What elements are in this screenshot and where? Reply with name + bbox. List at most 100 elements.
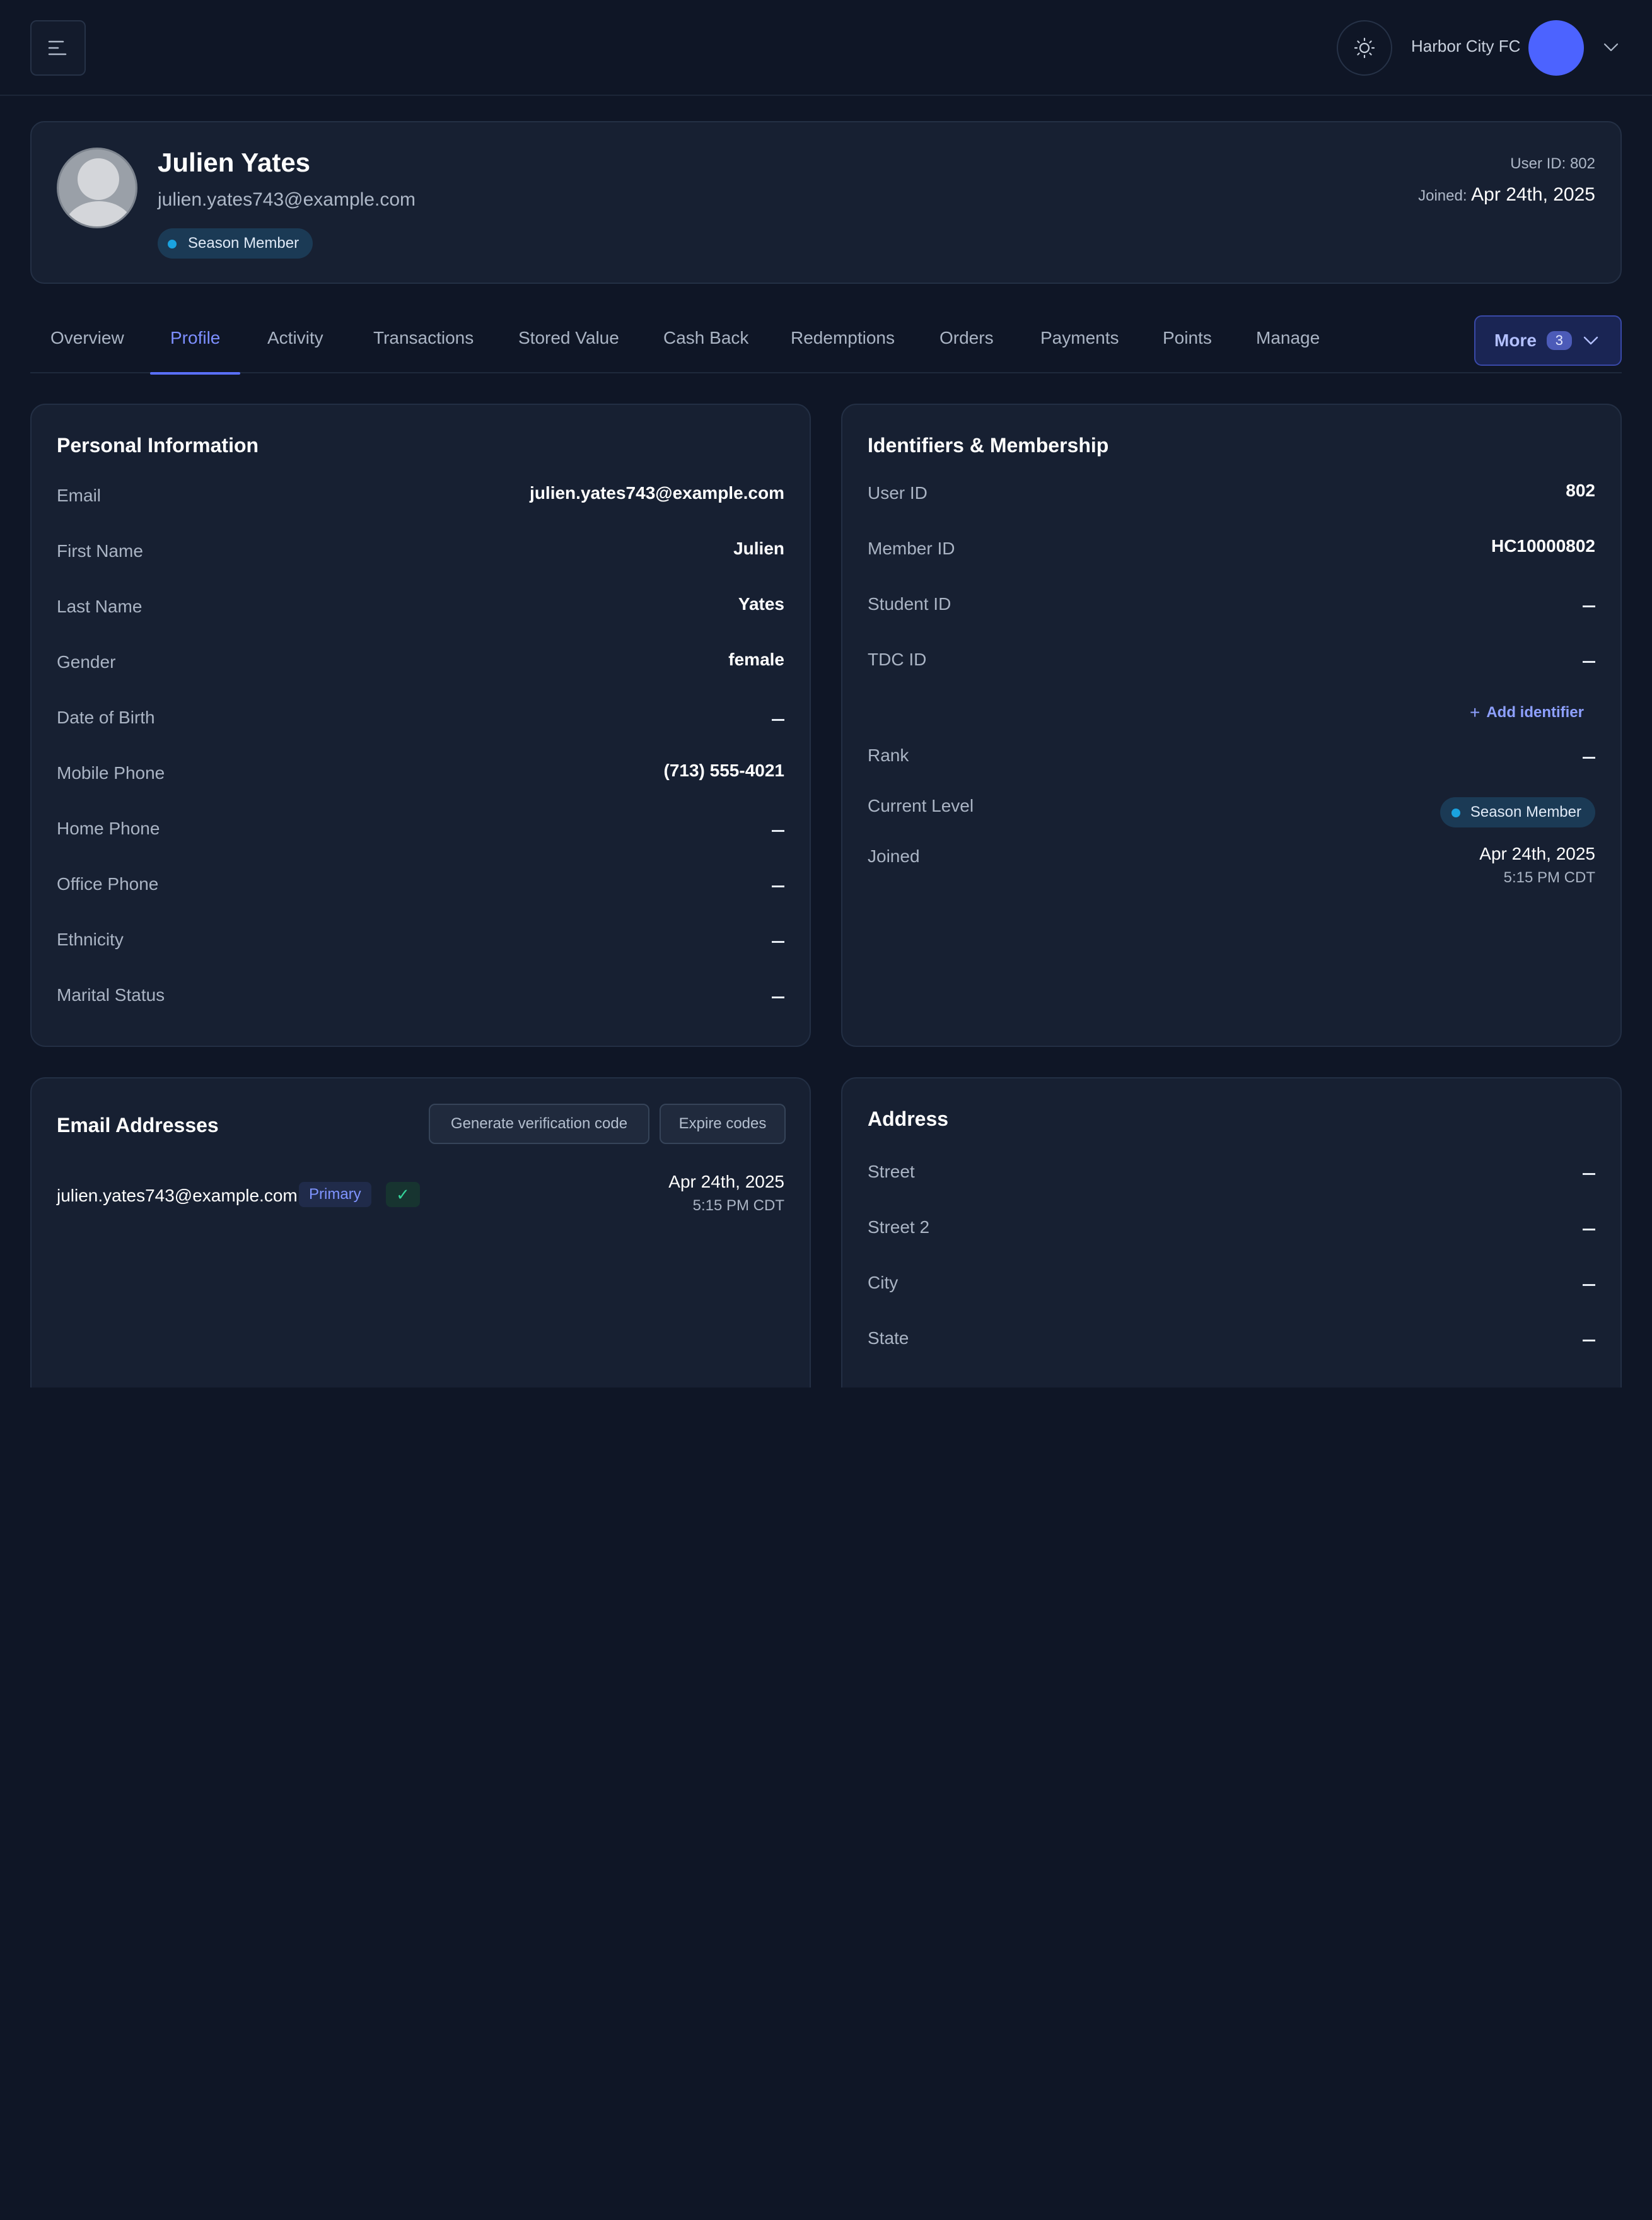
empty-value-dash <box>1583 757 1595 759</box>
tab-overview[interactable]: Overview <box>50 328 124 373</box>
row-label: Date of Birth <box>57 708 155 727</box>
user-menu-caret[interactable] <box>1602 38 1620 57</box>
row-label: Street 2 <box>868 1217 930 1237</box>
current-level-value: Season Member <box>1470 803 1581 821</box>
row-label: Last Name <box>57 597 143 616</box>
empty-value-dash <box>772 885 784 887</box>
row-label: City <box>868 1273 899 1292</box>
member-joined-label: Joined: <box>1418 187 1467 204</box>
add-identifier-label: Add identifier <box>1486 704 1584 721</box>
row-label: Member ID <box>868 539 955 558</box>
row-value: Yates <box>738 594 784 614</box>
organization-name: Harbor City FC <box>1411 37 1521 56</box>
info-row-member-id: Member ID HC10000802 <box>868 536 1595 564</box>
tab-orders[interactable]: Orders <box>939 328 994 373</box>
add-identifier-link[interactable]: + Add identifier <box>1470 703 1584 723</box>
email-added-date: Apr 24th, 2025 <box>668 1172 784 1191</box>
member-header-card: Julien Yates julien.yates743@example.com… <box>30 121 1622 284</box>
row-label: Ethnicity <box>57 930 124 949</box>
tab-payments[interactable]: Payments <box>1040 328 1119 373</box>
row-value: julien.yates743@example.com <box>530 483 784 503</box>
sun-icon <box>1354 37 1375 59</box>
member-joined-date: Apr 24th, 2025 <box>1471 184 1595 205</box>
row-value: (713) 555-4021 <box>663 761 784 780</box>
tab-stored-value[interactable]: Stored Value <box>518 328 619 373</box>
info-row-user-id: User ID 802 <box>868 481 1595 508</box>
email-address: julien.yates743@example.com <box>57 1186 298 1205</box>
member-level-label: Season Member <box>188 235 300 252</box>
current-level-badge: Season Member <box>1440 797 1595 827</box>
tab-manage[interactable]: Manage <box>1256 328 1320 373</box>
card-title: Email Addresses <box>57 1114 219 1136</box>
row-label: Student ID <box>868 594 951 614</box>
primary-badge: Primary <box>299 1182 371 1207</box>
info-row-joined: Joined Apr 24th, 2025 5:15 PM CDT <box>868 844 1595 897</box>
menu-toggle-button[interactable] <box>30 20 86 76</box>
empty-value-dash <box>1583 1284 1595 1286</box>
row-value: HC10000802 <box>1491 536 1595 556</box>
generate-verification-code-button[interactable]: Generate verification code <box>429 1104 649 1144</box>
address-card: Address Street Street 2 City State <box>841 1077 1622 1430</box>
row-label: TDC ID <box>868 650 927 669</box>
row-label: User ID <box>868 483 928 503</box>
plus-icon: + <box>1469 703 1480 722</box>
tab-transactions[interactable]: Transactions <box>373 328 474 373</box>
member-name: Julien Yates <box>158 148 311 177</box>
chevron-down-icon <box>1603 43 1619 52</box>
empty-value-dash <box>772 830 784 832</box>
row-value: 802 <box>1566 481 1595 500</box>
identifiers-membership-card: Identifiers & Membership User ID 802 Mem… <box>841 404 1622 1047</box>
info-row-last-name: Last Name Yates <box>57 594 784 622</box>
info-row-date-of-birth: Date of Birth <box>57 708 784 733</box>
more-tabs-count: 3 <box>1546 331 1572 350</box>
email-added-time: 5:15 PM CDT <box>692 1197 784 1214</box>
row-label: Rank <box>868 745 909 765</box>
member-user-id: User ID: 802 <box>1510 155 1595 172</box>
row-label: Gender <box>57 652 116 672</box>
member-joined: Joined: Apr 24th, 2025 <box>1418 184 1595 206</box>
info-row-student-id: Student ID <box>868 594 1595 619</box>
tab-points[interactable]: Points <box>1163 328 1212 373</box>
more-tabs-label: More <box>1494 330 1537 350</box>
expire-codes-button[interactable]: Expire codes <box>660 1104 786 1144</box>
theme-toggle-button[interactable] <box>1337 20 1392 76</box>
menu-icon <box>48 40 67 56</box>
info-row-state: State <box>868 1328 1595 1353</box>
tab-activity[interactable]: Activity <box>267 328 323 373</box>
row-value: female <box>728 650 784 669</box>
empty-value-dash <box>1583 1340 1595 1341</box>
info-row-email: Email julien.yates743@example.com <box>57 483 784 511</box>
card-title: Personal Information <box>57 434 259 457</box>
card-title: Address <box>868 1107 949 1130</box>
joined-date: Apr 24th, 2025 <box>1479 844 1595 863</box>
empty-value-dash <box>772 996 784 998</box>
info-row-office-phone: Office Phone <box>57 874 784 899</box>
info-row-tdc-id: TDC ID <box>868 650 1595 675</box>
user-avatar[interactable] <box>1528 20 1584 76</box>
row-label: Email <box>57 486 102 505</box>
member-level-badge: Season Member <box>158 228 313 259</box>
email-addresses-card: Email Addresses Generate verification co… <box>30 1077 811 1430</box>
info-row-first-name: First Name Julien <box>57 539 784 566</box>
tab-cash-back[interactable]: Cash Back <box>663 328 748 373</box>
empty-value-dash <box>1583 605 1595 607</box>
info-row-marital-status: Marital Status <box>57 985 784 1010</box>
row-value: Julien <box>733 539 784 558</box>
tab-redemptions[interactable]: Redemptions <box>791 328 895 373</box>
row-label: Home Phone <box>57 819 160 838</box>
tab-profile[interactable]: Profile <box>149 328 241 375</box>
member-email: julien.yates743@example.com <box>158 189 416 210</box>
card-title: Identifiers & Membership <box>868 434 1109 457</box>
empty-value-dash <box>772 941 784 943</box>
row-label: Mobile Phone <box>57 763 165 783</box>
info-row-street: Street <box>868 1162 1595 1187</box>
page-background <box>0 1388 1652 2220</box>
info-row-city: City <box>868 1273 1595 1298</box>
more-tabs-button[interactable]: More 3 <box>1474 315 1622 366</box>
row-label: Joined <box>868 846 920 866</box>
member-meta: User ID: 802 Joined: Apr 24th, 2025 <box>1418 155 1595 206</box>
empty-value-dash <box>1583 661 1595 663</box>
row-label: First Name <box>57 541 143 561</box>
info-row-street-2: Street 2 <box>868 1217 1595 1242</box>
personal-information-card: Personal Information Email julien.yates7… <box>30 404 811 1047</box>
